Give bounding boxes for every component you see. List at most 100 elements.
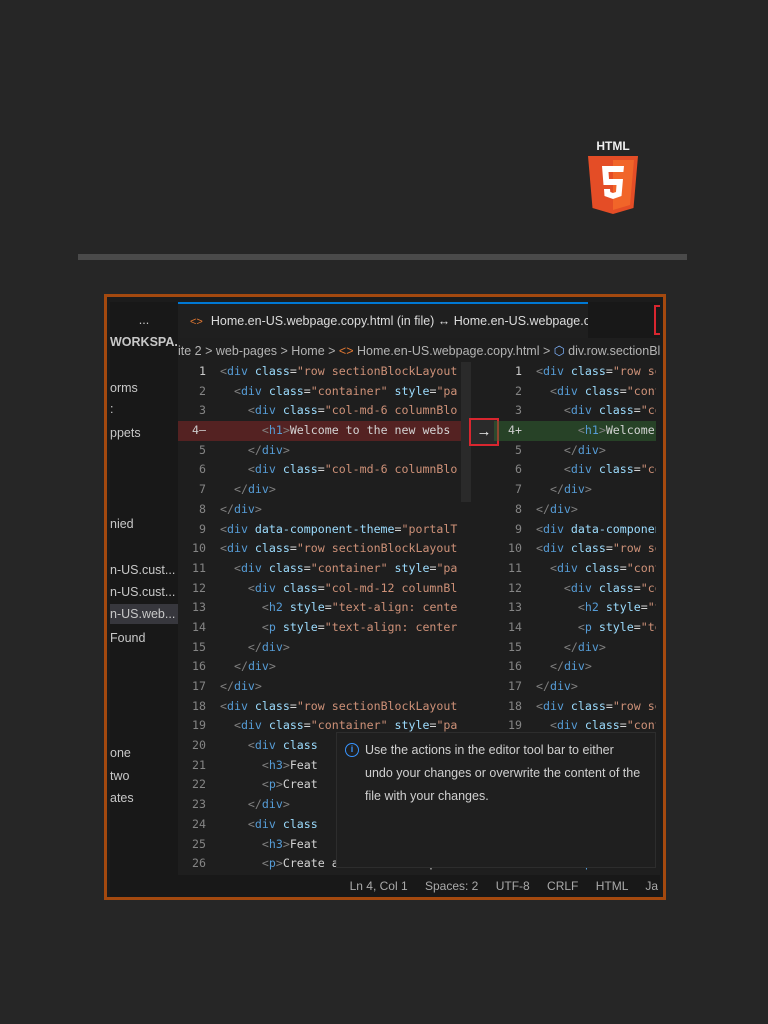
code-line[interactable]: 15 </div> (494, 638, 656, 658)
code-line[interactable]: 10 <div class="row sectionBlockLayout (178, 539, 470, 559)
explorer-sidebar: ... WORKSPA... orms: ppets nied n-US.cust...… (110, 302, 178, 897)
code-line[interactable]: 2 <div class="cont (494, 382, 656, 402)
line-number: 17 (192, 679, 206, 693)
breadcrumb-item[interactable]: div.row.sectionBlockLayout (568, 344, 660, 358)
code-line[interactable]: 3 <div class="co (494, 401, 656, 421)
code-line[interactable]: 13 <h2 style="text-align: cente (178, 598, 470, 618)
code-line[interactable]: 4— <h1>Welcome to the new webs (178, 421, 470, 441)
svg-text:HTML: HTML (596, 139, 629, 153)
sidebar-item[interactable]: orms (110, 378, 178, 398)
line-number: 10 (508, 541, 522, 556)
code-line[interactable]: 11 <div class="container" style="pa (178, 559, 470, 579)
code-line[interactable]: 9 <div data-componen (494, 520, 656, 540)
line-number: 4— (192, 423, 206, 438)
tooltip-text: Use the actions in the editor tool bar t… (365, 743, 641, 803)
sidebar-item[interactable]: two (110, 766, 178, 786)
code-line[interactable]: 3 <div class="col-md-6 columnBlo (178, 401, 470, 421)
line-number: 3 (515, 403, 522, 418)
code-text: </div> (536, 501, 578, 516)
code-text: </div> (233, 659, 276, 674)
status-encoding[interactable]: UTF-8 (496, 879, 530, 893)
code-line[interactable]: 1 <div class="row se (494, 362, 656, 382)
more-actions-button[interactable]: ... (110, 310, 178, 330)
code-line[interactable]: 6 <div class="co (494, 460, 656, 480)
line-number: 1 (199, 364, 206, 378)
code-line[interactable]: 17 </div> (494, 677, 656, 697)
line-number: 23 (192, 797, 206, 812)
code-text: <div data-component-theme="portalT (220, 521, 458, 536)
code-line[interactable]: 1 <div class="row sectionBlockLayout (178, 362, 470, 382)
line-number: 15 (508, 639, 522, 654)
status-spaces[interactable]: Spaces: 2 (425, 879, 478, 893)
sidebar-item[interactable]: n-US.cust... (110, 560, 178, 580)
line-number: 11 (192, 560, 206, 575)
line-number: 21 (192, 757, 206, 772)
code-line[interactable]: 13 <h2 style="t (494, 598, 656, 618)
code-text: <div class="row sectionBlockLayout (220, 541, 458, 556)
divider (78, 254, 687, 260)
code-line[interactable]: 5 </div> (178, 441, 470, 461)
breadcrumb-item[interactable]: web-pages (216, 344, 277, 358)
sidebar-item[interactable]: one (110, 743, 178, 763)
code-text: <div class="row se (536, 364, 656, 378)
code-line[interactable]: 12 <div class="col-md-12 columnBl (178, 579, 470, 599)
code-line[interactable]: 16 </div> (178, 657, 470, 677)
code-line[interactable]: 9 <div data-component-theme="portalT (178, 520, 470, 540)
status-eol[interactable]: CRLF (547, 879, 578, 893)
sidebar-item[interactable]: n-US.web... (110, 604, 178, 624)
line-number: 7 (199, 482, 206, 497)
sidebar-item[interactable]: Found (110, 628, 178, 648)
code-line[interactable]: 7 </div> (178, 480, 470, 500)
status-extra[interactable]: Ja (645, 879, 658, 893)
status-language[interactable]: HTML (596, 879, 628, 893)
code-line[interactable]: 12 <div class="co (494, 579, 656, 599)
line-number: 2 (199, 383, 206, 398)
line-number: 19 (192, 718, 206, 733)
line-number: 8 (199, 501, 206, 516)
code-line[interactable]: 5 </div> (494, 441, 656, 461)
line-number: 26 (192, 856, 206, 871)
line-number: 7 (515, 482, 522, 497)
breadcrumb-item[interactable]: Home (291, 344, 324, 358)
sidebar-item[interactable]: : (110, 399, 178, 419)
code-text: </div> (549, 659, 592, 674)
code-text: <div class (247, 738, 318, 753)
code-line[interactable]: 16 </div> (494, 657, 656, 677)
code-line[interactable]: 4+ <h1>Welcome (494, 421, 656, 441)
line-number: 11 (508, 560, 522, 575)
line-number: 24 (192, 816, 206, 831)
cube-symbol-icon: ⬡ (553, 344, 565, 358)
line-number: 16 (508, 659, 522, 674)
diff-editor-tab[interactable]: <> Home.en-US.webpage.copy.html (in file)… (178, 302, 588, 338)
status-position[interactable]: Ln 4, Col 1 (350, 879, 408, 893)
code-line[interactable]: 6 <div class="col-md-6 columnBlo (178, 460, 470, 480)
breadcrumb-item[interactable]: ite 2 (178, 344, 202, 358)
line-number: 18 (192, 698, 206, 713)
line-number: 25 (192, 836, 206, 851)
code-text: </div> (247, 797, 290, 812)
code-line[interactable]: 2 <div class="container" style="pa (178, 382, 470, 402)
breadcrumb-item[interactable]: Home.en-US.webpage.copy.html (357, 344, 540, 358)
code-line[interactable]: 8 </div> (494, 500, 656, 520)
sidebar-item[interactable]: ates (110, 788, 178, 808)
code-line[interactable]: 17 </div> (178, 677, 470, 697)
code-line[interactable]: 18 <div class="row sectionBlockLayout (178, 697, 470, 717)
editor-actions: ✓ ⤾ ↑ (654, 305, 660, 335)
code-line[interactable]: 7 </div> (494, 480, 656, 500)
sidebar-item[interactable]: WORKSPA... (110, 332, 178, 352)
sidebar-item[interactable]: nied (110, 514, 178, 534)
code-line[interactable]: 18 <div class="row se (494, 697, 656, 717)
code-line[interactable]: 14 <p style="text-align: center (178, 618, 470, 638)
sidebar-item[interactable]: n-US.cust... (110, 582, 178, 602)
code-line[interactable]: 10 <div class="row se (494, 539, 656, 559)
line-number: 6 (515, 462, 522, 477)
vscode-window: ... WORKSPA... orms: ppets nied n-US.cust...… (110, 302, 660, 897)
html5-logo: HTML (588, 139, 638, 214)
line-number: 13 (508, 600, 522, 615)
code-line[interactable]: 14 <p style="te (494, 618, 656, 638)
code-line[interactable]: 15 </div> (178, 638, 470, 658)
code-line[interactable]: 8 </div> (178, 500, 470, 520)
code-text: <div class="co (563, 580, 656, 595)
code-line[interactable]: 11 <div class="cont (494, 559, 656, 579)
sidebar-item[interactable]: ppets (110, 423, 178, 443)
